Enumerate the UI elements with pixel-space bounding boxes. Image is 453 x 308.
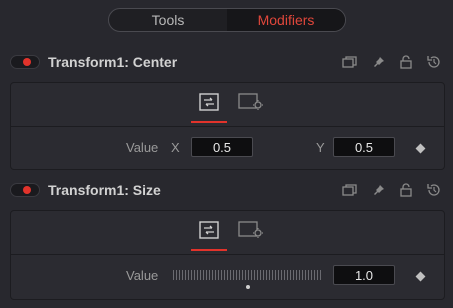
modifier-header-size: Transform1: Size xyxy=(0,176,453,204)
enable-toggle[interactable] xyxy=(10,55,40,69)
duplicate-icon[interactable] xyxy=(341,181,359,199)
modifier-panel-center: Value X 0.5 Y 0.5 xyxy=(10,82,445,170)
modifier-title: Transform1: Size xyxy=(48,182,161,198)
settings-icon xyxy=(238,93,263,110)
active-subtab-indicator xyxy=(191,249,227,251)
modifier-header-center: Transform1: Center xyxy=(0,48,453,76)
value-row: Value 1.0 xyxy=(11,255,444,297)
modifier-panel-size: Value 1.0 xyxy=(10,210,445,300)
settings-tab[interactable] xyxy=(237,219,265,241)
slider-thumb[interactable] xyxy=(246,285,250,289)
tab-tools[interactable]: Tools xyxy=(109,9,227,31)
controls-icon xyxy=(199,93,219,111)
tab-modifiers[interactable]: Modifiers xyxy=(227,9,345,31)
subtab-bar xyxy=(11,83,444,127)
keyframe-button[interactable] xyxy=(415,143,426,154)
x-label: X xyxy=(171,140,180,155)
settings-tab[interactable] xyxy=(237,91,265,113)
lock-icon[interactable] xyxy=(397,53,415,71)
controls-icon xyxy=(199,221,219,239)
pin-icon[interactable] xyxy=(369,181,387,199)
size-value-field[interactable]: 1.0 xyxy=(333,265,395,285)
keyframe-button[interactable] xyxy=(415,271,426,282)
enabled-dot xyxy=(23,58,31,66)
active-subtab-indicator xyxy=(191,121,227,123)
enabled-dot xyxy=(23,186,31,194)
subtab-bar xyxy=(11,211,444,255)
reset-icon[interactable] xyxy=(425,53,443,71)
pin-icon[interactable] xyxy=(369,53,387,71)
enable-toggle[interactable] xyxy=(10,183,40,197)
header-icons xyxy=(341,53,443,71)
x-value-field[interactable]: 0.5 xyxy=(191,137,253,157)
value-slider[interactable] xyxy=(173,270,323,280)
modifier-title: Transform1: Center xyxy=(48,54,178,70)
settings-icon xyxy=(238,221,263,238)
lock-icon[interactable] xyxy=(397,181,415,199)
value-label: Value xyxy=(126,140,159,155)
inspector-window: Tools Modifiers Transform1: Center Value… xyxy=(0,0,453,308)
value-row: Value X 0.5 Y 0.5 xyxy=(11,127,444,169)
value-label: Value xyxy=(126,268,159,283)
reset-icon[interactable] xyxy=(425,181,443,199)
controls-tab[interactable] xyxy=(195,219,223,241)
controls-tab[interactable] xyxy=(195,91,223,113)
y-label: Y xyxy=(316,140,325,155)
header-icons xyxy=(341,181,443,199)
tab-bar: Tools Modifiers xyxy=(108,8,346,32)
duplicate-icon[interactable] xyxy=(341,53,359,71)
y-value-field[interactable]: 0.5 xyxy=(333,137,395,157)
